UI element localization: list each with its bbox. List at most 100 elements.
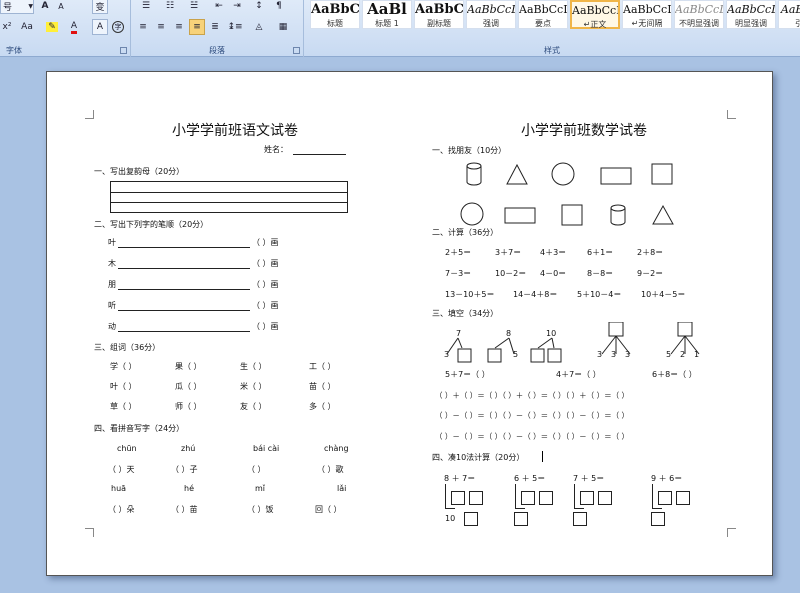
answer-box[interactable] — [580, 491, 594, 505]
char-shading-button[interactable]: A — [92, 19, 108, 35]
increase-indent-button[interactable]: ⇥ — [229, 0, 245, 14]
answer-box[interactable] — [539, 491, 553, 505]
word-blank[interactable]: 米（ ） — [240, 381, 267, 392]
shading-button[interactable]: ◬ — [249, 19, 269, 35]
show-marks-button[interactable]: ¶ — [271, 0, 287, 14]
answer-box[interactable] — [677, 322, 693, 337]
align-center-button[interactable]: ≡ — [153, 19, 169, 35]
word-blank[interactable]: 工（ ） — [309, 361, 336, 372]
align-left-button[interactable]: ≡ — [135, 19, 151, 35]
style-card[interactable]: AaBbC 标题 — [310, 0, 360, 29]
borders-button[interactable]: ▦ — [273, 19, 293, 35]
calc-question[interactable]: 2＋5＝ — [445, 247, 471, 258]
pinyin-blank[interactable]: 回（ ） — [315, 504, 342, 515]
calc-question[interactable]: 8－8＝ — [587, 268, 613, 279]
superscript-icon[interactable]: x² — [0, 19, 14, 35]
answer-box[interactable] — [521, 491, 535, 505]
style-card[interactable]: AaBbCc 引用 — [778, 0, 800, 29]
stroke-blank[interactable] — [118, 247, 250, 248]
word-blank[interactable]: 草（ ） — [110, 401, 137, 412]
pinyin-blank[interactable]: （ ）苗 — [171, 504, 198, 515]
word-blank[interactable]: 叶（ ） — [110, 381, 137, 392]
pinyin-blank[interactable]: （ ）天 — [108, 464, 135, 475]
style-card[interactable]: AaBbCcDc 强调 — [466, 0, 516, 29]
rectangle-shape[interactable] — [600, 167, 632, 185]
grow-font-button[interactable]: A — [38, 0, 52, 14]
stroke-blank[interactable] — [118, 331, 250, 332]
word-blank[interactable]: 苗（ ） — [309, 381, 336, 392]
font-size-select[interactable]: 号 ▼ — [0, 0, 34, 14]
char-border-button[interactable]: 变 — [92, 0, 108, 14]
circle-shape[interactable] — [551, 162, 575, 186]
style-card[interactable]: AaBbC 副标题 — [414, 0, 464, 29]
distributed-button[interactable]: ≣ — [207, 19, 223, 35]
word-blank[interactable]: 多（ ） — [309, 401, 336, 412]
square-shape[interactable] — [651, 163, 673, 185]
calc-question[interactable]: 3＋7＝ — [495, 247, 521, 258]
pinyin-blank[interactable]: （ ）朵 — [108, 504, 135, 515]
calc-question[interactable]: 6＋1＝ — [587, 247, 613, 258]
word-blank[interactable]: 生（ ） — [240, 361, 267, 372]
triangle-shape[interactable] — [506, 163, 528, 185]
answer-box[interactable] — [457, 348, 472, 363]
answer-box[interactable] — [514, 512, 528, 526]
word-blank[interactable]: 学（ ） — [110, 361, 137, 372]
numbering-button[interactable]: ☷ — [159, 0, 181, 14]
calc-question[interactable]: 9－2＝ — [637, 268, 663, 279]
calc-question[interactable]: 2＋8＝ — [637, 247, 663, 258]
answer-box[interactable] — [487, 348, 502, 363]
answer-box[interactable] — [464, 512, 478, 526]
cylinder-shape[interactable] — [466, 162, 482, 186]
answer-box[interactable] — [651, 512, 665, 526]
square-shape[interactable] — [561, 204, 583, 226]
answer-box[interactable] — [573, 512, 587, 526]
align-right-button[interactable]: ≡ — [171, 19, 187, 35]
word-blank[interactable]: 友（ ） — [240, 401, 267, 412]
compound-finals-box[interactable] — [110, 181, 348, 213]
style-card[interactable]: AaBl 标题 1 — [362, 0, 412, 29]
answer-box[interactable] — [547, 348, 562, 363]
style-card[interactable]: AaBbCcDc 明显强调 — [726, 0, 776, 29]
sort-button[interactable]: ↕ — [251, 0, 267, 14]
pinyin-blank[interactable]: （ ）歌 — [317, 464, 344, 475]
pinyin-blank[interactable]: （ ）饭 — [247, 504, 274, 515]
calc-question[interactable]: 4＋3＝ — [540, 247, 566, 258]
calc-question[interactable]: 4－0＝ — [540, 268, 566, 279]
circle-shape[interactable] — [460, 202, 484, 226]
calc-question[interactable]: 5＋10－4＝ — [577, 289, 621, 300]
answer-box[interactable] — [598, 491, 612, 505]
style-card[interactable]: AaBbCcDc ↵无间隔 — [622, 0, 672, 29]
document-page[interactable]: 小学学前班语文试卷 姓名： 一、写出复韵母（20分） 二、写出下列字的笔顺（20… — [46, 71, 773, 576]
triangle-shape[interactable] — [652, 204, 674, 225]
answer-box[interactable] — [676, 491, 690, 505]
stroke-blank[interactable] — [118, 289, 250, 290]
stroke-blank[interactable] — [118, 268, 250, 269]
pinyin-blank[interactable]: （ ）子 — [171, 464, 198, 475]
calc-question[interactable]: 13－10＋5＝ — [445, 289, 494, 300]
bullets-button[interactable]: ☰ — [135, 0, 157, 14]
style-card[interactable]: AaBbCcD 要点 — [518, 0, 568, 29]
word-blank[interactable]: 瓜（ ） — [175, 381, 202, 392]
paragraph-dialog-launcher-icon[interactable] — [293, 47, 300, 54]
highlight-button[interactable]: ✎ — [42, 19, 62, 35]
calc-question[interactable]: 10＋4－5＝ — [641, 289, 685, 300]
word-blank[interactable]: 果（ ） — [175, 361, 202, 372]
answer-box[interactable] — [469, 491, 483, 505]
answer-box[interactable] — [451, 491, 465, 505]
cylinder-shape[interactable] — [610, 204, 626, 226]
style-card[interactable]: AaBbCcDc ↵正文 — [570, 0, 620, 29]
style-card[interactable]: AaBbCcDc 不明显强调 — [674, 0, 724, 29]
answer-box[interactable] — [608, 322, 624, 337]
enclose-char-button[interactable]: 字 — [110, 19, 126, 35]
change-case-button[interactable]: Aa — [16, 19, 38, 35]
multilevel-list-button[interactable]: ☱ — [183, 0, 205, 14]
name-blank[interactable] — [293, 154, 346, 155]
font-dialog-launcher-icon[interactable] — [120, 47, 127, 54]
word-blank[interactable]: 师（ ） — [175, 401, 202, 412]
stroke-blank[interactable] — [118, 310, 250, 311]
calc-question[interactable]: 10－2＝ — [495, 268, 526, 279]
justify-button[interactable]: ≡ — [189, 19, 205, 35]
calc-question[interactable]: 7－3＝ — [445, 268, 471, 279]
line-spacing-button[interactable]: ↨≡ — [225, 19, 245, 35]
pinyin-blank[interactable]: （ ） — [247, 464, 266, 475]
